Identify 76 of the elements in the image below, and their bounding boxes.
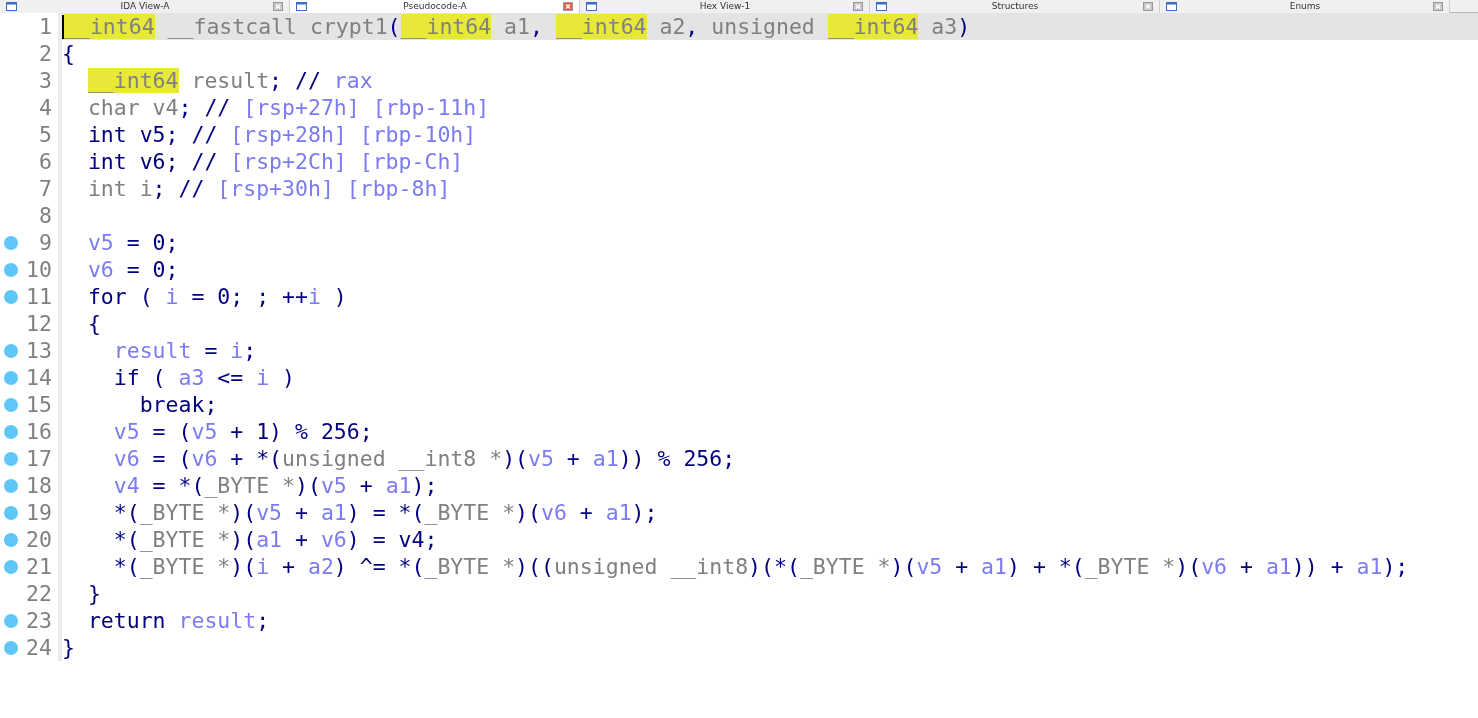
breakpoint-dot[interactable] xyxy=(4,451,18,466)
line-number: 10 xyxy=(26,256,52,283)
breakpoint-dot[interactable] xyxy=(4,370,18,385)
code-line: v5 = (v5 + 1) % 256; xyxy=(112,418,373,445)
code-line: } xyxy=(62,634,75,661)
code-line: *(_BYTE *)(a1 + v6) = v4; xyxy=(112,526,438,553)
line-number: 13 xyxy=(26,337,52,364)
breakpoint-dot[interactable] xyxy=(4,613,18,628)
tab[interactable]: Pseudocode-A xyxy=(290,0,580,13)
code-line: v4 = *(_BYTE *)(v5 + a1); xyxy=(112,472,438,499)
breakpoint-dot[interactable] xyxy=(4,559,18,574)
line-number: 18 xyxy=(26,472,52,499)
line-number: 17 xyxy=(26,445,52,472)
code-line: v6 = 0; xyxy=(86,256,179,283)
line-number: 16 xyxy=(26,418,52,445)
breakpoint-dot[interactable] xyxy=(4,397,18,412)
code-line: *(_BYTE *)(v5 + a1) = *(_BYTE *)(v6 + a1); xyxy=(112,499,658,526)
window-icon xyxy=(6,2,17,11)
code-line: for ( i = 0; ; ++i ) xyxy=(86,283,347,310)
window-icon xyxy=(876,2,887,11)
tab[interactable]: Hex View-1 xyxy=(580,0,870,13)
code-line: v5 = 0; xyxy=(86,229,179,256)
tab[interactable]: Structures xyxy=(870,0,1160,13)
window-icon xyxy=(1166,2,1177,11)
close-icon[interactable] xyxy=(1143,2,1153,11)
line-number: 3 xyxy=(39,67,52,94)
breakpoint-dot[interactable] xyxy=(4,289,18,304)
close-icon[interactable] xyxy=(853,2,863,11)
breakpoint-dot[interactable] xyxy=(4,478,18,493)
code-line: *(_BYTE *)(i + a2) ^= *(_BYTE *)((unsigned __int8)(*(_BYTE *)(v5 + a1) + *(_BYTE *)(v6 + a1)) + a1); xyxy=(112,553,1409,580)
code-line: __int64 result; // rax xyxy=(86,67,373,94)
window-icon xyxy=(296,2,307,11)
line-number: 15 xyxy=(26,391,52,418)
line-number: 6 xyxy=(39,148,52,175)
line-number: 21 xyxy=(26,553,52,580)
breakpoint-dot[interactable] xyxy=(4,235,18,250)
line-number: 22 xyxy=(26,580,52,607)
line-number: 2 xyxy=(39,40,52,67)
line-number: 9 xyxy=(39,229,52,256)
line-number: 12 xyxy=(26,310,52,337)
breakpoint-dot[interactable] xyxy=(4,262,18,277)
line-number: 5 xyxy=(39,121,52,148)
line-number: 8 xyxy=(39,202,52,229)
breakpoint-dot[interactable] xyxy=(4,424,18,439)
code-line: { xyxy=(62,40,75,67)
close-icon[interactable] xyxy=(273,2,283,11)
breakpoint-dot[interactable] xyxy=(4,343,18,358)
line-number: 14 xyxy=(26,364,52,391)
code-line: int v6; // [rsp+2Ch] [rbp-Ch] xyxy=(86,148,464,175)
code-line: if ( a3 <= i ) xyxy=(112,364,295,391)
close-icon[interactable] xyxy=(1433,2,1443,11)
text-cursor xyxy=(62,14,64,39)
close-icon[interactable] xyxy=(563,2,573,11)
code-line: int v5; // [rsp+28h] [rbp-10h] xyxy=(86,121,477,148)
code-line: char v4; // [rsp+27h] [rbp-11h] xyxy=(86,94,490,121)
line-number: 11 xyxy=(26,283,52,310)
line-number: 20 xyxy=(26,526,52,553)
window-icon xyxy=(586,2,597,11)
line-number: 7 xyxy=(39,175,52,202)
code-line: int i; // [rsp+30h] [rbp-8h] xyxy=(86,175,451,202)
breakpoint-dot[interactable] xyxy=(4,640,18,655)
code-line: result = i; xyxy=(112,337,257,364)
code-line: v6 = (v6 + *(unsigned __int8 *)(v5 + a1)) % 256; xyxy=(112,445,736,472)
code-line: } xyxy=(86,580,101,607)
tab[interactable]: IDA View-A xyxy=(0,0,290,13)
line-number: 4 xyxy=(39,94,52,121)
code-line: { xyxy=(86,310,101,337)
code-line: return result; xyxy=(86,607,270,634)
line-number: 19 xyxy=(26,499,52,526)
code-line: break; xyxy=(138,391,218,418)
breakpoint-dot[interactable] xyxy=(4,505,18,520)
tab[interactable]: Enums xyxy=(1160,0,1450,13)
line-number: 24 xyxy=(26,634,52,661)
line-number: 1 xyxy=(39,13,52,40)
line-number: 23 xyxy=(26,607,52,634)
breakpoint-dot[interactable] xyxy=(4,532,18,547)
